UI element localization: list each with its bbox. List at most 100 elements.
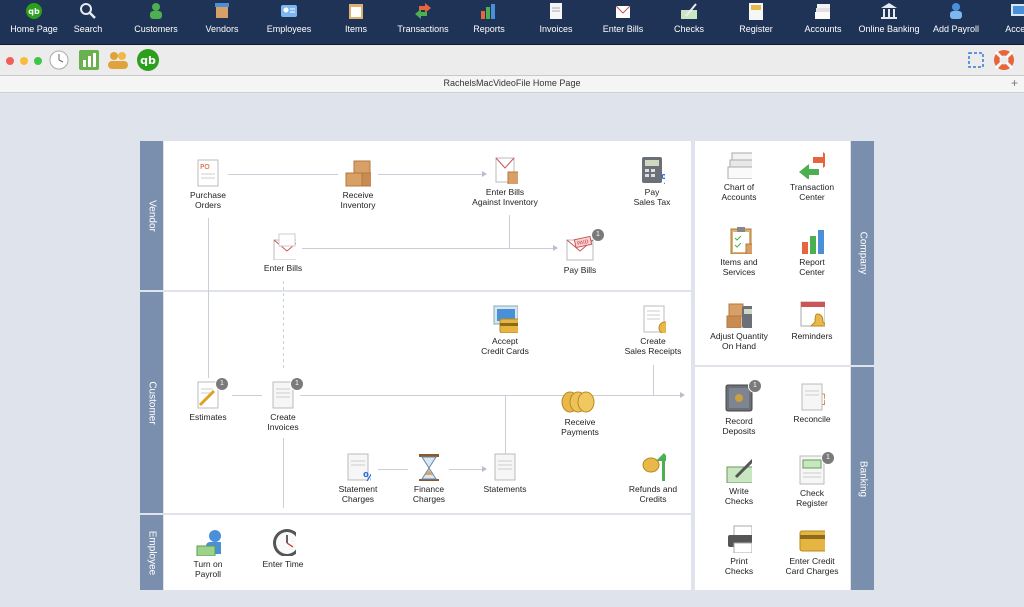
toolbar-invoices-button[interactable]: Invoices [522,0,590,44]
toolbar-label: Checks [673,24,704,34]
toolbar-online-banking-button[interactable]: Online Banking [855,0,923,44]
toolbar-customers-button[interactable]: Customers [122,0,190,44]
report-center-button[interactable]: Report Center [768,226,856,277]
statement-charges-icon: % [347,453,371,481]
window-title: RachelsMacVideoFile Home Page [443,78,581,88]
credit-card-icon [799,530,825,552]
bar-chart-icon [802,230,824,254]
toolbar-label: Search [73,24,103,34]
enter-bills-against-inventory-button[interactable]: Enter Bills Against Inventory [460,156,550,207]
toolbar-label: Transactions [397,24,449,34]
toolbar-add-payroll-button[interactable]: Add Payroll [922,0,990,44]
refunds-and-credits-button[interactable]: Refunds and Credits [608,453,698,504]
calculator-icon: % [642,157,665,184]
enter-time-button[interactable]: Enter Time [238,528,328,569]
toolbar-label: Accept [1005,24,1024,34]
window-titlebar: RachelsMacVideoFile Home Page + [0,76,1024,93]
receive-inventory-button[interactable]: Receive Inventory [313,159,403,210]
close-window-button[interactable] [6,57,14,65]
quickbooks-logo-icon[interactable]: qb [136,48,160,72]
printer-icon [728,525,752,553]
svg-text:qb: qb [28,7,40,16]
enter-bills-icon [615,5,631,18]
toolbar-label: Online Banking [858,24,920,34]
minimize-window-button[interactable] [20,57,28,65]
items-icon [349,4,363,19]
receive-payments-button[interactable]: Receive Payments [535,390,625,437]
toolbar-label: Customers [134,24,178,34]
bar-chart-icon[interactable] [78,49,100,71]
toolbar-search-button[interactable]: Search [54,0,122,44]
toolbar-employees-button[interactable]: Employees [255,0,323,44]
toolbar-label: Add Payroll [932,24,980,34]
toolbar-accounts-button[interactable]: Accounts [789,0,857,44]
accept-credit-cards-button[interactable]: Accept Credit Cards [460,305,550,356]
refund-icon [642,453,666,481]
enter-bills-button[interactable]: Enter Bills [238,232,328,273]
add-payroll-icon [950,3,962,19]
svg-text:PO: PO [200,163,210,171]
accounts-icon [815,4,830,19]
boxes-icon [345,160,371,187]
clipboard-icon [730,227,752,254]
employees-icon [281,5,297,17]
transaction-arrows-icon [799,152,825,179]
calendar-bell-icon [800,301,825,327]
check-register-button[interactable]: 1 Check Register [768,451,856,508]
credit-card-terminal-icon [493,305,518,333]
vendors-icon [215,3,229,18]
purchase-order-icon: PO [197,159,219,187]
create-invoices-button[interactable]: 1 Create Invoices [238,377,328,432]
online-banking-icon [881,3,897,19]
expand-icon[interactable] [966,50,986,70]
invoices-count-badge: 1 [290,377,304,391]
toolbar-enter-bills-button[interactable]: Enter Bills [589,0,657,44]
enter-credit-card-charges-button[interactable]: Enter Credit Card Charges [768,525,856,576]
toolbar-reports-button[interactable]: Reports [455,0,523,44]
toolbar-label: Accounts [804,24,842,34]
transaction-center-button[interactable]: Transaction Center [768,151,856,202]
toolbar-label: Invoices [539,24,573,34]
adjust-inventory-icon [726,303,752,328]
sales-receipt-icon [643,305,666,333]
check-register-count-badge: 1 [821,451,835,465]
pay-bills-button[interactable]: PAID 1 Pay Bills [535,228,625,275]
help-lifebuoy-icon[interactable] [992,48,1016,72]
toolbar-register-button[interactable]: Register [722,0,790,44]
toolbar-transactions-button[interactable]: Transactions [389,0,457,44]
toolbar-label: Items [344,24,367,34]
search-icon [80,3,96,19]
statements-button[interactable]: Statements [460,453,550,494]
clock-icon[interactable] [48,49,70,71]
secondary-toolbar: qb [0,45,1024,76]
vendor-section-tab: Vendor [140,141,163,290]
toolbar-vendors-button[interactable]: Vendors [188,0,256,44]
register-icon [749,3,763,20]
deposits-count-badge: 1 [748,379,762,393]
toolbar-label: Register [739,24,773,34]
clock-icon [273,529,296,556]
invoices-icon [550,3,562,19]
purchase-orders-button[interactable]: PO Purchase Orders [163,159,253,210]
toolbar-items-button[interactable]: Items [322,0,390,44]
hourglass-icon [419,454,439,481]
pay-sales-tax-button[interactable]: % Pay Sales Tax [607,156,697,207]
transactions-icon [415,3,431,19]
create-sales-receipts-button[interactable]: Create Sales Receipts [608,305,698,356]
reconcile-icon: } [801,383,825,411]
employee-section-tab: Employee [140,515,163,590]
people-icon[interactable] [106,49,130,71]
reconcile-button[interactable]: } Reconcile [768,383,856,424]
svg-text:qb: qb [140,54,156,67]
write-check-icon [726,458,752,483]
payroll-person-icon [196,530,221,556]
coins-icon [561,391,595,413]
bill-inventory-icon [495,157,518,184]
customer-section-tab: Customer [140,292,163,513]
add-tab-button[interactable]: + [1011,76,1018,90]
envelope-bill-icon [273,233,296,260]
toolbar-accept-button[interactable]: Accept [985,0,1024,44]
toolbar-checks-button[interactable]: Checks [655,0,723,44]
zoom-window-button[interactable] [34,57,42,65]
reminders-button[interactable]: Reminders [768,300,856,341]
